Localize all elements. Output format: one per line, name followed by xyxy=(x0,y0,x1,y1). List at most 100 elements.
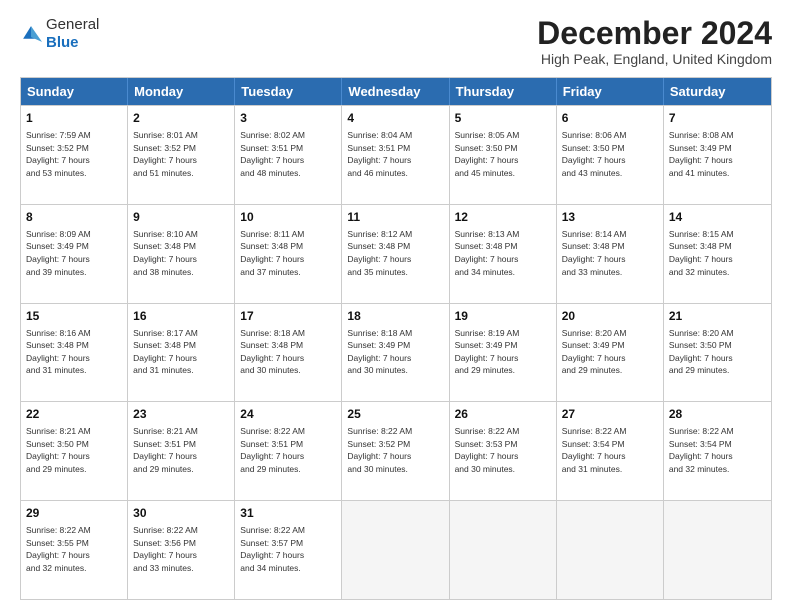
day-number: 13 xyxy=(562,209,658,226)
calendar-cell xyxy=(450,501,557,599)
logo-blue: Blue xyxy=(46,34,79,51)
cell-content: Sunrise: 8:02 AMSunset: 3:51 PMDaylight:… xyxy=(240,130,305,178)
cell-content: Sunrise: 8:19 AMSunset: 3:49 PMDaylight:… xyxy=(455,328,520,376)
cell-content: Sunrise: 8:04 AMSunset: 3:51 PMDaylight:… xyxy=(347,130,412,178)
calendar-cell: 5 Sunrise: 8:05 AMSunset: 3:50 PMDayligh… xyxy=(450,106,557,204)
header: General Blue December 2024 High Peak, En… xyxy=(20,16,772,67)
cell-content: Sunrise: 8:16 AMSunset: 3:48 PMDaylight:… xyxy=(26,328,91,376)
cell-content: Sunrise: 8:22 AMSunset: 3:57 PMDaylight:… xyxy=(240,525,305,573)
cell-content: Sunrise: 8:11 AMSunset: 3:48 PMDaylight:… xyxy=(240,229,304,277)
calendar-cell: 14 Sunrise: 8:15 AMSunset: 3:48 PMDaylig… xyxy=(664,205,771,303)
cell-content: Sunrise: 8:22 AMSunset: 3:55 PMDaylight:… xyxy=(26,525,91,573)
calendar-cell: 30 Sunrise: 8:22 AMSunset: 3:56 PMDaylig… xyxy=(128,501,235,599)
cell-content: Sunrise: 8:01 AMSunset: 3:52 PMDaylight:… xyxy=(133,130,198,178)
cell-content: Sunrise: 7:59 AMSunset: 3:52 PMDaylight:… xyxy=(26,130,91,178)
calendar-cell: 27 Sunrise: 8:22 AMSunset: 3:54 PMDaylig… xyxy=(557,402,664,500)
day-number: 9 xyxy=(133,209,229,226)
day-number: 25 xyxy=(347,406,443,423)
cell-content: Sunrise: 8:18 AMSunset: 3:49 PMDaylight:… xyxy=(347,328,412,376)
cell-content: Sunrise: 8:15 AMSunset: 3:48 PMDaylight:… xyxy=(669,229,734,277)
calendar-cell: 10 Sunrise: 8:11 AMSunset: 3:48 PMDaylig… xyxy=(235,205,342,303)
day-number: 1 xyxy=(26,110,122,127)
cell-content: Sunrise: 8:17 AMSunset: 3:48 PMDaylight:… xyxy=(133,328,198,376)
cell-content: Sunrise: 8:05 AMSunset: 3:50 PMDaylight:… xyxy=(455,130,520,178)
calendar-cell: 26 Sunrise: 8:22 AMSunset: 3:53 PMDaylig… xyxy=(450,402,557,500)
day-number: 16 xyxy=(133,308,229,325)
calendar-cell: 13 Sunrise: 8:14 AMSunset: 3:48 PMDaylig… xyxy=(557,205,664,303)
calendar-cell: 18 Sunrise: 8:18 AMSunset: 3:49 PMDaylig… xyxy=(342,304,449,402)
header-tuesday: Tuesday xyxy=(235,78,342,105)
calendar-cell: 4 Sunrise: 8:04 AMSunset: 3:51 PMDayligh… xyxy=(342,106,449,204)
day-number: 3 xyxy=(240,110,336,127)
calendar-cell: 22 Sunrise: 8:21 AMSunset: 3:50 PMDaylig… xyxy=(21,402,128,500)
day-number: 12 xyxy=(455,209,551,226)
cell-content: Sunrise: 8:13 AMSunset: 3:48 PMDaylight:… xyxy=(455,229,520,277)
calendar-cell: 9 Sunrise: 8:10 AMSunset: 3:48 PMDayligh… xyxy=(128,205,235,303)
day-number: 17 xyxy=(240,308,336,325)
logo: General Blue xyxy=(20,16,99,52)
calendar-cell: 29 Sunrise: 8:22 AMSunset: 3:55 PMDaylig… xyxy=(21,501,128,599)
calendar-cell: 6 Sunrise: 8:06 AMSunset: 3:50 PMDayligh… xyxy=(557,106,664,204)
calendar-cell: 21 Sunrise: 8:20 AMSunset: 3:50 PMDaylig… xyxy=(664,304,771,402)
day-number: 4 xyxy=(347,110,443,127)
cell-content: Sunrise: 8:18 AMSunset: 3:48 PMDaylight:… xyxy=(240,328,305,376)
header-sunday: Sunday xyxy=(21,78,128,105)
calendar-cell: 11 Sunrise: 8:12 AMSunset: 3:48 PMDaylig… xyxy=(342,205,449,303)
calendar-cell: 28 Sunrise: 8:22 AMSunset: 3:54 PMDaylig… xyxy=(664,402,771,500)
cell-content: Sunrise: 8:20 AMSunset: 3:50 PMDaylight:… xyxy=(669,328,734,376)
cell-content: Sunrise: 8:22 AMSunset: 3:56 PMDaylight:… xyxy=(133,525,198,573)
header-monday: Monday xyxy=(128,78,235,105)
header-wednesday: Wednesday xyxy=(342,78,449,105)
calendar-cell: 1 Sunrise: 7:59 AMSunset: 3:52 PMDayligh… xyxy=(21,106,128,204)
day-number: 6 xyxy=(562,110,658,127)
calendar-cell xyxy=(557,501,664,599)
month-title: December 2024 xyxy=(537,16,772,51)
day-number: 10 xyxy=(240,209,336,226)
day-number: 29 xyxy=(26,505,122,522)
calendar: Sunday Monday Tuesday Wednesday Thursday… xyxy=(20,77,772,600)
cell-content: Sunrise: 8:12 AMSunset: 3:48 PMDaylight:… xyxy=(347,229,412,277)
calendar-cell xyxy=(664,501,771,599)
header-friday: Friday xyxy=(557,78,664,105)
day-number: 24 xyxy=(240,406,336,423)
logo-icon xyxy=(20,23,42,45)
day-number: 20 xyxy=(562,308,658,325)
calendar-cell: 17 Sunrise: 8:18 AMSunset: 3:48 PMDaylig… xyxy=(235,304,342,402)
calendar-cell: 20 Sunrise: 8:20 AMSunset: 3:49 PMDaylig… xyxy=(557,304,664,402)
calendar-week-4: 29 Sunrise: 8:22 AMSunset: 3:55 PMDaylig… xyxy=(21,500,771,599)
calendar-week-1: 8 Sunrise: 8:09 AMSunset: 3:49 PMDayligh… xyxy=(21,204,771,303)
cell-content: Sunrise: 8:14 AMSunset: 3:48 PMDaylight:… xyxy=(562,229,627,277)
calendar-cell: 3 Sunrise: 8:02 AMSunset: 3:51 PMDayligh… xyxy=(235,106,342,204)
calendar-cell: 12 Sunrise: 8:13 AMSunset: 3:48 PMDaylig… xyxy=(450,205,557,303)
day-number: 18 xyxy=(347,308,443,325)
day-number: 15 xyxy=(26,308,122,325)
day-number: 28 xyxy=(669,406,766,423)
calendar-week-2: 15 Sunrise: 8:16 AMSunset: 3:48 PMDaylig… xyxy=(21,303,771,402)
day-number: 26 xyxy=(455,406,551,423)
calendar-cell: 23 Sunrise: 8:21 AMSunset: 3:51 PMDaylig… xyxy=(128,402,235,500)
cell-content: Sunrise: 8:09 AMSunset: 3:49 PMDaylight:… xyxy=(26,229,91,277)
calendar-header: Sunday Monday Tuesday Wednesday Thursday… xyxy=(21,78,771,105)
cell-content: Sunrise: 8:10 AMSunset: 3:48 PMDaylight:… xyxy=(133,229,198,277)
calendar-cell: 19 Sunrise: 8:19 AMSunset: 3:49 PMDaylig… xyxy=(450,304,557,402)
day-number: 2 xyxy=(133,110,229,127)
calendar-body: 1 Sunrise: 7:59 AMSunset: 3:52 PMDayligh… xyxy=(21,105,771,599)
header-saturday: Saturday xyxy=(664,78,771,105)
day-number: 27 xyxy=(562,406,658,423)
cell-content: Sunrise: 8:22 AMSunset: 3:52 PMDaylight:… xyxy=(347,426,412,474)
day-number: 19 xyxy=(455,308,551,325)
cell-content: Sunrise: 8:20 AMSunset: 3:49 PMDaylight:… xyxy=(562,328,627,376)
day-number: 5 xyxy=(455,110,551,127)
day-number: 23 xyxy=(133,406,229,423)
calendar-cell: 16 Sunrise: 8:17 AMSunset: 3:48 PMDaylig… xyxy=(128,304,235,402)
day-number: 21 xyxy=(669,308,766,325)
header-thursday: Thursday xyxy=(450,78,557,105)
day-number: 31 xyxy=(240,505,336,522)
cell-content: Sunrise: 8:22 AMSunset: 3:54 PMDaylight:… xyxy=(669,426,734,474)
day-number: 22 xyxy=(26,406,122,423)
cell-content: Sunrise: 8:21 AMSunset: 3:51 PMDaylight:… xyxy=(133,426,198,474)
day-number: 8 xyxy=(26,209,122,226)
cell-content: Sunrise: 8:22 AMSunset: 3:53 PMDaylight:… xyxy=(455,426,520,474)
calendar-cell: 7 Sunrise: 8:08 AMSunset: 3:49 PMDayligh… xyxy=(664,106,771,204)
page: General Blue December 2024 High Peak, En… xyxy=(0,0,792,612)
